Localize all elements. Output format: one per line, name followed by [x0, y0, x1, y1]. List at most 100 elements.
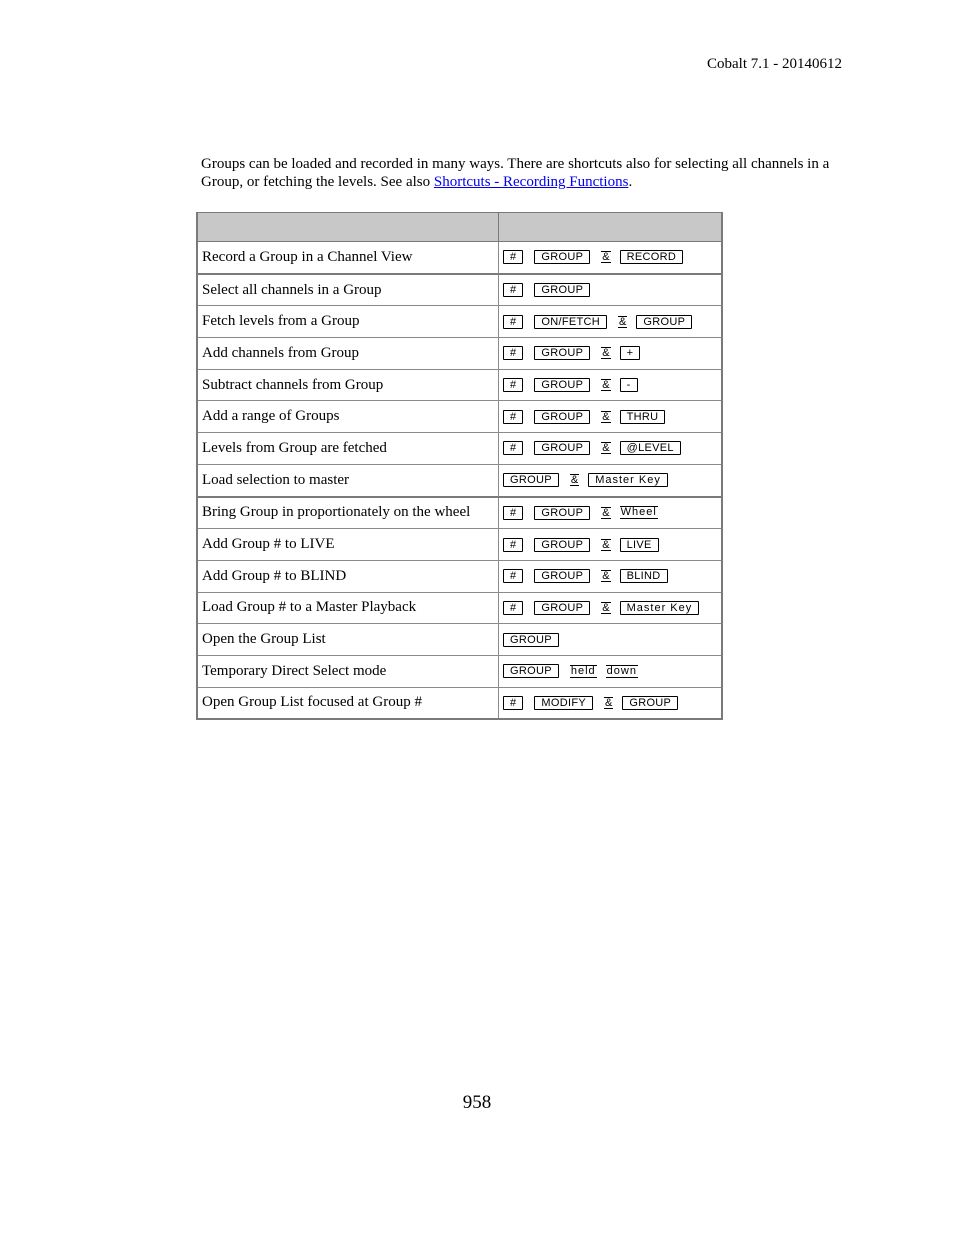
key-sequence: # GROUP & +: [503, 346, 717, 361]
key-sequence: # GROUP & -: [503, 378, 717, 393]
key-sequence: GROUP: [503, 632, 717, 647]
console-key: Master Key: [588, 473, 668, 488]
row-key-sequence: # GROUP & +: [498, 337, 723, 370]
console-key: #: [503, 250, 524, 265]
console-key: GROUP: [622, 695, 679, 710]
row-key-sequence: # GROUP & RECORD: [498, 240, 723, 275]
table-row: Add a range of Groups # GROUP & THRU: [196, 400, 723, 434]
row-description: Load selection to master: [196, 463, 499, 498]
console-key: GROUP: [534, 346, 591, 361]
key-sequence: GROUP & Master Key: [503, 473, 717, 488]
table-row: Add Group # to LIVE # GROUP & LIVE: [196, 528, 723, 561]
key-sequence: # GROUP & THRU: [503, 409, 717, 424]
console-key: Master Key: [619, 600, 700, 615]
console-key: THRU: [619, 409, 666, 424]
row-description: Temporary Direct Select mode: [196, 654, 499, 688]
softkey-label: Wheel: [619, 506, 658, 520]
row-key-sequence: # GROUP: [498, 272, 723, 307]
table-row: Record a Group in a Channel View # GROUP & R…: [196, 240, 723, 275]
and-symbol: &: [601, 251, 611, 264]
console-key: ON/FETCH: [534, 314, 608, 329]
console-key: GROUP: [503, 632, 559, 647]
console-key: GROUP: [534, 537, 591, 552]
document-header: Cobalt 7.1 - 20140612: [707, 56, 842, 72]
row-key-sequence: # GROUP & LIVE: [498, 528, 723, 561]
console-key: #: [503, 378, 524, 393]
row-description: Add Group # to BLIND: [196, 559, 499, 593]
row-key-sequence: # GROUP & Master Key: [498, 591, 723, 625]
console-key: #: [503, 505, 524, 520]
row-description: Subtract channels from Group: [196, 368, 499, 402]
key-sequence: # GROUP & @LEVEL: [503, 441, 717, 456]
row-description: Open the Group List: [196, 623, 499, 656]
table-row: Select all channels in a Group # GROUP: [196, 272, 723, 307]
console-key: BLIND: [619, 569, 668, 584]
console-key: GROUP: [534, 378, 591, 393]
row-description: Levels from Group are fetched: [196, 432, 499, 465]
console-key: +: [619, 346, 641, 361]
console-key: GROUP: [534, 600, 591, 615]
console-key: LIVE: [619, 537, 659, 552]
console-key: #: [503, 695, 524, 710]
row-key-sequence: # GROUP & -: [498, 368, 723, 402]
row-key-sequence: GROUP: [498, 623, 723, 656]
row-description: Bring Group in proportionately on the wh…: [196, 495, 499, 530]
table-row: Load selection to master GROUP & Master Key: [196, 463, 723, 498]
console-key: #: [503, 314, 524, 329]
console-key: #: [503, 441, 524, 456]
row-key-sequence: GROUP & Master Key: [498, 463, 723, 498]
and-symbol: &: [601, 410, 611, 423]
console-key: GROUP: [636, 314, 693, 329]
key-sequence: # ON/FETCH & GROUP: [503, 314, 717, 329]
key-sequence: # GROUP & BLIND: [503, 569, 717, 584]
key-sequence: # GROUP: [503, 283, 717, 298]
row-key-sequence: # GROUP & @LEVEL: [498, 432, 723, 465]
console-key: GROUP: [534, 409, 591, 424]
console-key: #: [503, 409, 524, 424]
and-symbol: &: [601, 506, 611, 519]
row-key-sequence: # GROUP & Wheel: [498, 495, 723, 530]
row-description: Fetch levels from a Group: [196, 305, 499, 339]
and-symbol: &: [601, 538, 611, 551]
console-key: -: [619, 378, 638, 393]
table-row: Levels from Group are fetched # GROUP & @LEV…: [196, 432, 723, 465]
console-key: GROUP: [534, 250, 591, 265]
console-key: #: [503, 283, 524, 298]
and-symbol: &: [604, 696, 614, 709]
row-description: Add channels from Group: [196, 337, 499, 370]
row-description: Add Group # to LIVE: [196, 528, 499, 561]
group-shortcuts-table: Record a Group in a Channel View # GROUP & R…: [196, 212, 723, 721]
console-key: GROUP: [503, 473, 559, 488]
and-symbol: &: [601, 442, 611, 455]
table-row: Add Group # to BLIND # GROUP & BLIND: [196, 559, 723, 593]
table-row: Open the Group List GROUP: [196, 623, 723, 656]
and-symbol: &: [601, 601, 611, 614]
page-number: 958: [462, 1092, 492, 1113]
console-key: #: [503, 600, 524, 615]
and-symbol: &: [618, 315, 628, 328]
row-description: Add a range of Groups: [196, 400, 499, 434]
softkey-label: down: [605, 664, 638, 678]
row-description: Record a Group in a Channel View: [196, 240, 499, 275]
row-key-sequence: # GROUP & BLIND: [498, 559, 723, 593]
row-description: Load Group # to a Master Playback: [196, 591, 499, 625]
table-header-keys: [498, 212, 723, 242]
and-symbol: &: [569, 474, 580, 487]
table-header-description: [196, 212, 499, 242]
shortcuts-recording-functions-link[interactable]: Shortcuts - Recording Functions: [434, 174, 629, 190]
table-row: Bring Group in proportionately on the wh…: [196, 495, 723, 530]
intro-paragraph: Groups can be loaded and recorded in man…: [201, 155, 841, 191]
console-key: GROUP: [534, 505, 591, 520]
console-key: MODIFY: [534, 695, 593, 710]
console-key: #: [503, 569, 524, 584]
row-key-sequence: GROUP held down: [498, 654, 723, 688]
console-key: @LEVEL: [619, 441, 681, 456]
console-key: GROUP: [534, 569, 591, 584]
console-key: #: [503, 537, 524, 552]
key-sequence: # GROUP & RECORD: [503, 250, 717, 265]
console-key: GROUP: [534, 441, 591, 456]
table-row: Open Group List focused at Group # # MODIF…: [196, 686, 723, 720]
and-symbol: &: [601, 379, 611, 392]
table-row: Fetch levels from a Group # ON/FETCH & GROUP: [196, 305, 723, 339]
console-key: GROUP: [534, 283, 591, 298]
